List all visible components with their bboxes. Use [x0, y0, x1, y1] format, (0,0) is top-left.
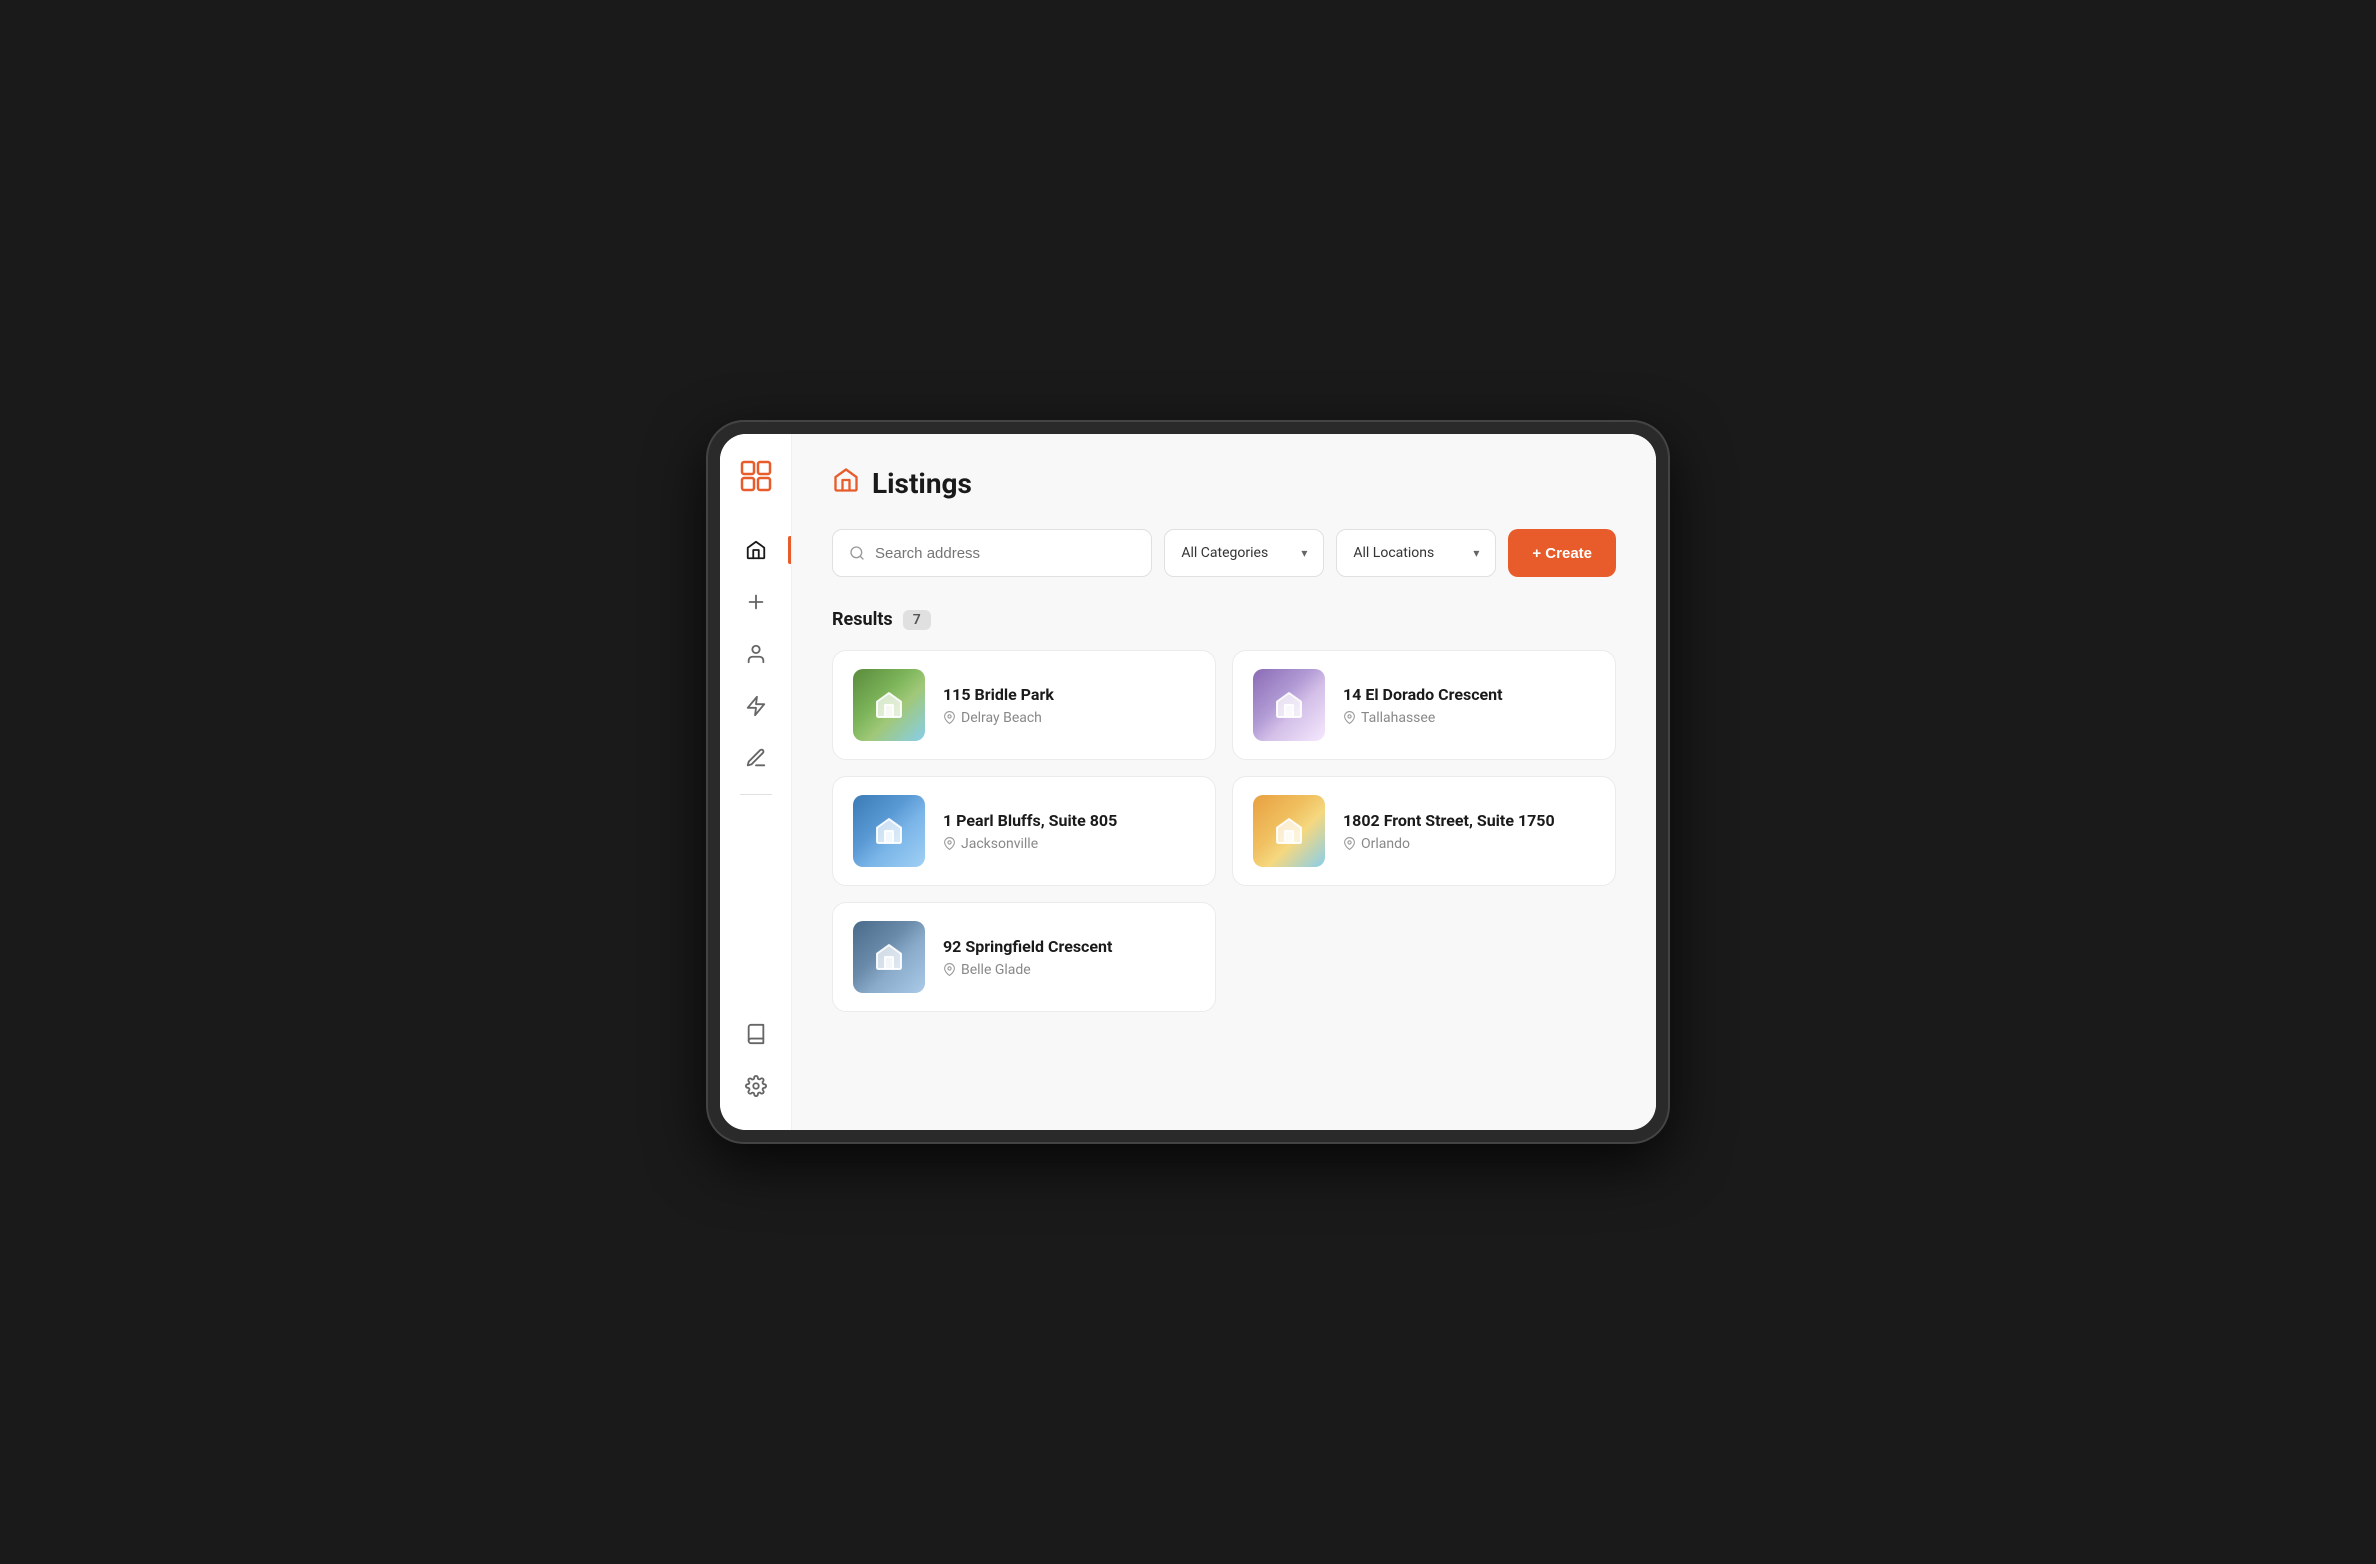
page-header: Listings	[832, 466, 1616, 501]
logo	[734, 454, 778, 498]
sidebar-item-add[interactable]	[720, 578, 791, 626]
page-title-icon	[832, 466, 860, 501]
toolbar: All Categories ▾ All Locations ▾ + Creat…	[832, 529, 1616, 577]
listings-grid: 115 Bridle Park Delray Beach 14 El Dorado …	[832, 650, 1616, 1012]
listing-card[interactable]: 1802 Front Street, Suite 1750 Orlando	[1232, 776, 1616, 886]
sidebar-item-book[interactable]	[720, 1010, 791, 1058]
listing-thumbnail	[853, 921, 925, 993]
listing-thumbnail	[1253, 669, 1325, 741]
sidebar	[720, 434, 792, 1130]
locations-dropdown[interactable]: All Locations ▾	[1336, 529, 1496, 577]
location-pin-icon	[1343, 711, 1356, 724]
create-button[interactable]: + Create	[1508, 529, 1616, 577]
search-icon	[849, 545, 865, 561]
listing-name: 1802 Front Street, Suite 1750	[1343, 811, 1555, 830]
listing-location: Tallahassee	[1343, 710, 1503, 726]
listing-card[interactable]: 1 Pearl Bluffs, Suite 805 Jacksonville	[832, 776, 1216, 886]
sidebar-item-settings[interactable]	[720, 1062, 791, 1110]
location-pin-icon	[943, 711, 956, 724]
categories-dropdown[interactable]: All Categories ▾	[1164, 529, 1324, 577]
location-pin-icon	[943, 963, 956, 976]
nav-items	[720, 526, 791, 803]
listing-location: Orlando	[1343, 836, 1555, 852]
listing-thumbnail	[853, 795, 925, 867]
main-content: Listings All Categories ▾ All Locations	[792, 434, 1656, 1130]
search-box[interactable]	[832, 529, 1152, 577]
listing-card[interactable]: 92 Springfield Crescent Belle Glade	[832, 902, 1216, 1012]
listing-location: Belle Glade	[943, 962, 1112, 978]
listing-thumbnail	[853, 669, 925, 741]
search-input[interactable]	[875, 545, 1135, 562]
listing-name: 115 Bridle Park	[943, 685, 1054, 704]
locations-chevron-icon: ▾	[1473, 546, 1479, 560]
page-title: Listings	[872, 467, 972, 500]
results-label: Results	[832, 609, 893, 630]
listing-location: Delray Beach	[943, 710, 1054, 726]
sidebar-item-edit[interactable]	[720, 734, 791, 782]
sidebar-item-profile[interactable]	[720, 630, 791, 678]
locations-label: All Locations	[1353, 545, 1434, 561]
device-frame: Listings All Categories ▾ All Locations	[708, 422, 1668, 1142]
categories-label: All Categories	[1181, 545, 1268, 561]
listing-card[interactable]: 14 El Dorado Crescent Tallahassee	[1232, 650, 1616, 760]
listing-name: 92 Springfield Crescent	[943, 937, 1112, 956]
listing-name: 14 El Dorado Crescent	[1343, 685, 1503, 704]
nav-divider	[740, 794, 772, 795]
sidebar-item-activity[interactable]	[720, 682, 791, 730]
sidebar-item-home[interactable]	[720, 526, 791, 574]
app-container: Listings All Categories ▾ All Locations	[720, 434, 1656, 1130]
results-count: 7	[903, 610, 931, 630]
listing-card[interactable]: 115 Bridle Park Delray Beach	[832, 650, 1216, 760]
listing-location: Jacksonville	[943, 836, 1117, 852]
listing-name: 1 Pearl Bluffs, Suite 805	[943, 811, 1117, 830]
nav-bottom	[720, 1010, 791, 1110]
location-pin-icon	[943, 837, 956, 850]
listing-thumbnail	[1253, 795, 1325, 867]
categories-chevron-icon: ▾	[1301, 546, 1307, 560]
results-header: Results 7	[832, 609, 1616, 630]
location-pin-icon	[1343, 837, 1356, 850]
